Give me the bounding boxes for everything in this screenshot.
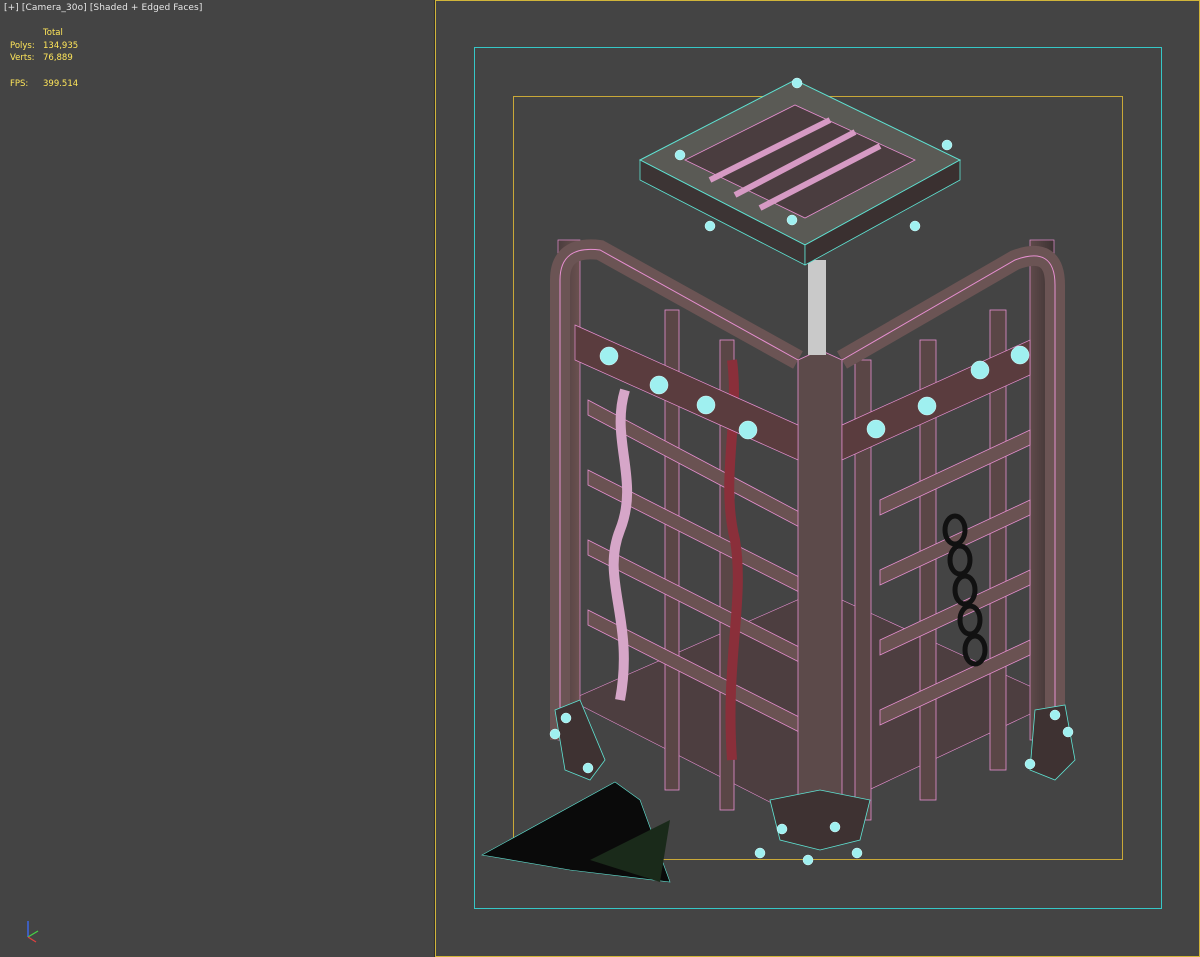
axis-gizmo-icon [27, 921, 39, 943]
viewport-menu-plus[interactable]: [+] [4, 3, 19, 13]
stats-polys-row: Polys: 134,935 [10, 40, 78, 53]
statistics-overlay: Total Polys: 134,935 Verts: 76,889 FPS: … [10, 27, 78, 90]
front-corner-post [797, 349, 843, 821]
viewport-label[interactable]: [+] [Camera_30o] [Shaded + Edged Faces] [4, 3, 202, 13]
vine-left [608, 388, 633, 701]
cage-model[interactable] [470, 60, 1090, 900]
stats-polys-label: Polys: [10, 40, 35, 51]
front-corner-highlight [808, 260, 826, 355]
viewport-left[interactable]: [+] [Camera_30o] [Shaded + Edged Faces] … [0, 0, 435, 957]
stats-fps-label: FPS: [10, 78, 29, 89]
viewport-shading-menu[interactable]: [Shaded + Edged Faces] [90, 3, 203, 13]
stats-verts-row: Verts: 76,889 [10, 52, 78, 65]
base-front [769, 789, 871, 851]
stats-polys-value: 134,935 [43, 40, 79, 51]
stats-verts-value: 76,889 [43, 53, 73, 63]
viewport-camera-menu[interactable]: [Camera_30o] [22, 3, 87, 13]
stats-total-header: Total [43, 28, 63, 38]
stats-fps-value: 399.514 [43, 78, 79, 89]
stats-fps-row: FPS: 399.514 [10, 78, 78, 91]
stats-verts-label: Verts: [10, 53, 35, 63]
